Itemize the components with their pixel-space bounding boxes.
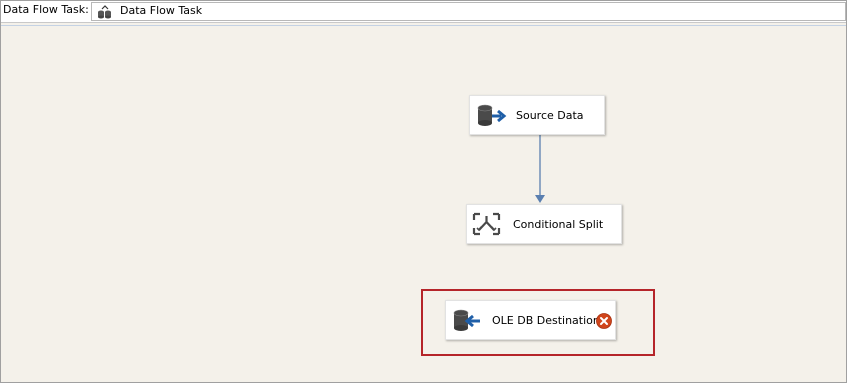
conditional-split-label: Conditional Split: [513, 218, 604, 231]
error-icon[interactable]: [596, 313, 612, 329]
ole-db-destination-label: OLE DB Destination: [492, 314, 600, 327]
ole-db-destination-component[interactable]: OLE DB Destination: [445, 300, 616, 340]
conditional-split-icon: [472, 212, 501, 236]
source-data-label: Source Data: [516, 109, 584, 122]
data-flow-designer: Data Flow Task: Data Flow Task Source Da…: [0, 0, 847, 383]
conditional-split-component[interactable]: Conditional Split: [466, 204, 622, 244]
source-data-component[interactable]: Source Data: [469, 95, 605, 135]
source-database-icon: [477, 104, 507, 126]
destination-database-icon: [453, 309, 480, 331]
